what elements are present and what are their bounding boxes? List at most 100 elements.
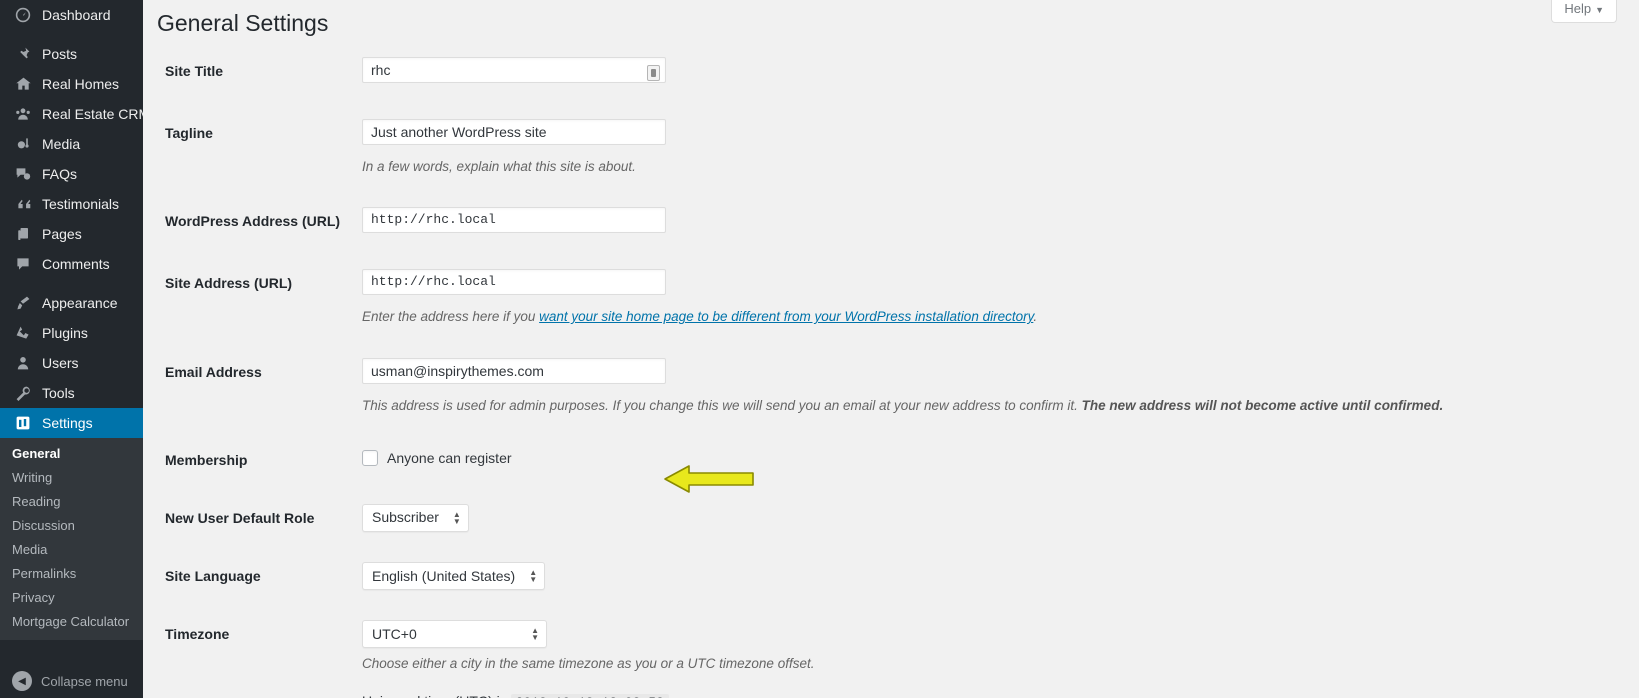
wordpress-address-label: WordPress Address (URL) [165,213,341,230]
sidebar-item-media[interactable]: Media [0,129,143,159]
sidebar-item-posts[interactable]: Posts [0,39,143,69]
submenu-item-reading[interactable]: Reading [0,490,143,514]
sidebar-item-tools[interactable]: Tools [0,378,143,408]
site-address-input[interactable]: http://rhc.local [362,269,666,296]
sidebar-item-label: Real Homes [42,76,120,92]
site-address-desc-after: . [1033,309,1038,325]
sidebar-divider [0,279,143,288]
membership-label: Membership [165,451,248,468]
page-title: General Settings [157,10,329,36]
email-address-input[interactable]: usman@inspirythemes.com [362,357,666,384]
media-icon [12,136,34,152]
wordpress-admin-screen: Dashboard Posts Real Homes Real Estate C… [0,0,1639,698]
new-user-default-role-label: New User Default Role [165,509,315,526]
tagline-description: In a few words, explain what this site i… [362,159,636,174]
sidebar-item-users[interactable]: Users [0,348,143,378]
new-user-default-role-select[interactable]: Subscriber ▲ ▼ [362,503,469,532]
user-icon [12,355,34,371]
dashboard-icon [12,7,34,23]
users-group-icon [12,106,34,122]
site-language-label: Site Language [165,568,261,585]
sidebar-item-label: Plugins [42,325,88,341]
help-button[interactable]: Help ▼ [1551,0,1617,23]
anyone-can-register-checkbox[interactable] [362,450,378,467]
site-address-description: Enter the address here if you want your … [362,307,1615,327]
sidebar-item-pages[interactable]: Pages [0,219,143,249]
site-address-desc-link[interactable]: want your site home page to be different… [539,309,1033,324]
paintbrush-icon [12,295,34,311]
sidebar-item-label: Appearance [42,295,118,311]
universal-time-prefix: Universal time (UTC) is [362,693,507,698]
site-title-label: Site Title [165,63,224,79]
sidebar-item-label: Comments [42,256,110,272]
sidebar-item-label: Tools [42,385,75,401]
submenu-item-permalinks[interactable]: Permalinks [0,562,143,586]
main-content: Help ▼ General Settings Site Title rhc Ta… [143,0,1639,698]
form-row-site-title: Site Title rhc [157,42,1625,104]
site-language-select[interactable]: English (United States) ▲ ▼ [362,562,546,591]
sidebar-item-plugins[interactable]: Plugins [0,318,143,348]
site-title-input-wrap: rhc [362,57,666,89]
timezone-value: UTC+0 [372,625,417,642]
submenu-item-mortgage-calculator[interactable]: Mortgage Calculator [0,610,143,634]
sidebar-item-appearance[interactable]: Appearance [0,288,143,318]
site-title-input[interactable]: rhc [362,57,666,83]
sidebar-item-label: Pages [42,226,82,242]
sidebar-item-label: Posts [42,46,78,62]
site-address-desc-before: Enter the address here if you [362,309,540,325]
timezone-description: Choose either a city in the same timezon… [362,656,815,672]
anyone-can-register-row[interactable]: Anyone can register [362,446,1615,469]
submenu-item-general[interactable]: General [0,442,143,466]
anyone-can-register-label: Anyone can register [387,449,512,466]
sidebar-divider [0,30,143,39]
timezone-label: Timezone [165,626,230,643]
collapse-menu-button[interactable]: ◀ Collapse menu [0,664,143,698]
help-button-label: Help [1564,1,1592,16]
pin-icon [12,46,34,62]
sidebar-item-dashboard[interactable]: Dashboard [0,0,143,30]
submenu-item-privacy[interactable]: Privacy [0,586,143,610]
sidebar-item-label: Settings [42,415,93,431]
submenu-item-discussion[interactable]: Discussion [0,514,143,538]
form-row-membership: Membership Anyone can register [157,431,1625,489]
sidebar-item-label: Users [42,355,79,371]
wordpress-address-input[interactable]: http://rhc.local [362,207,666,234]
chat-bubbles-icon [12,166,34,182]
sidebar-item-settings[interactable]: Settings [0,408,151,438]
sidebar-item-real-estate-crm[interactable]: Real Estate CRM [0,99,150,129]
form-row-wordpress-address: WordPress Address (URL) http://rhc.local [157,192,1625,254]
email-address-label: Email Address [165,363,262,380]
email-desc-normal: This address is used for admin purposes.… [362,397,1082,413]
select-arrows-icon: ▲ ▼ [529,568,538,585]
form-row-timezone: Timezone UTC+0 ▲ ▼ Choose either a city i… [157,605,1625,698]
sidebar-item-label: FAQs [42,166,78,182]
submenu-item-writing[interactable]: Writing [0,466,143,490]
universal-time-value: 2018-10-18 13:08:53 [510,693,669,698]
form-row-email-address: Email Address usman@inspirythemes.com Th… [157,343,1625,431]
sidebar-item-testimonials[interactable]: Testimonials [0,189,143,219]
select-arrows-icon: ▲ ▼ [531,626,539,643]
form-row-site-language: Site Language English (United States) ▲ ▼ [157,547,1625,605]
admin-sidebar: Dashboard Posts Real Homes Real Estate C… [0,0,151,698]
email-address-description: This address is used for admin purposes.… [362,396,1615,416]
sidebar-item-real-homes[interactable]: Real Homes [0,69,143,99]
tagline-input[interactable]: Just another WordPress site [362,119,666,145]
new-user-default-role-value: Subscriber [372,509,439,526]
select-arrows-icon: ▲ ▼ [452,509,461,526]
settings-submenu: General Writing Reading Discussion Media… [0,438,143,640]
timezone-select[interactable]: UTC+0 ▲ ▼ [362,620,547,649]
form-row-site-address: Site Address (URL) http://rhc.local Ente… [157,254,1625,342]
sidebar-item-comments[interactable]: Comments [0,249,143,279]
email-desc-bold: The new address will not become active u… [1081,397,1444,413]
form-row-new-user-default-role: New User Default Role Subscriber ▲ ▼ [157,489,1625,547]
sidebar-item-label: Testimonials [42,196,120,212]
autofill-key-icon[interactable] [647,65,660,81]
quote-icon [12,197,34,211]
settings-icon [12,415,34,431]
universal-time-suffix: . [669,693,673,698]
submenu-item-media[interactable]: Media [0,538,143,562]
sidebar-item-label: Real Estate CRM [42,106,151,122]
sidebar-item-faqs[interactable]: FAQs [0,159,143,189]
collapse-menu-label: Collapse menu [41,673,128,689]
tagline-label: Tagline [165,125,213,141]
